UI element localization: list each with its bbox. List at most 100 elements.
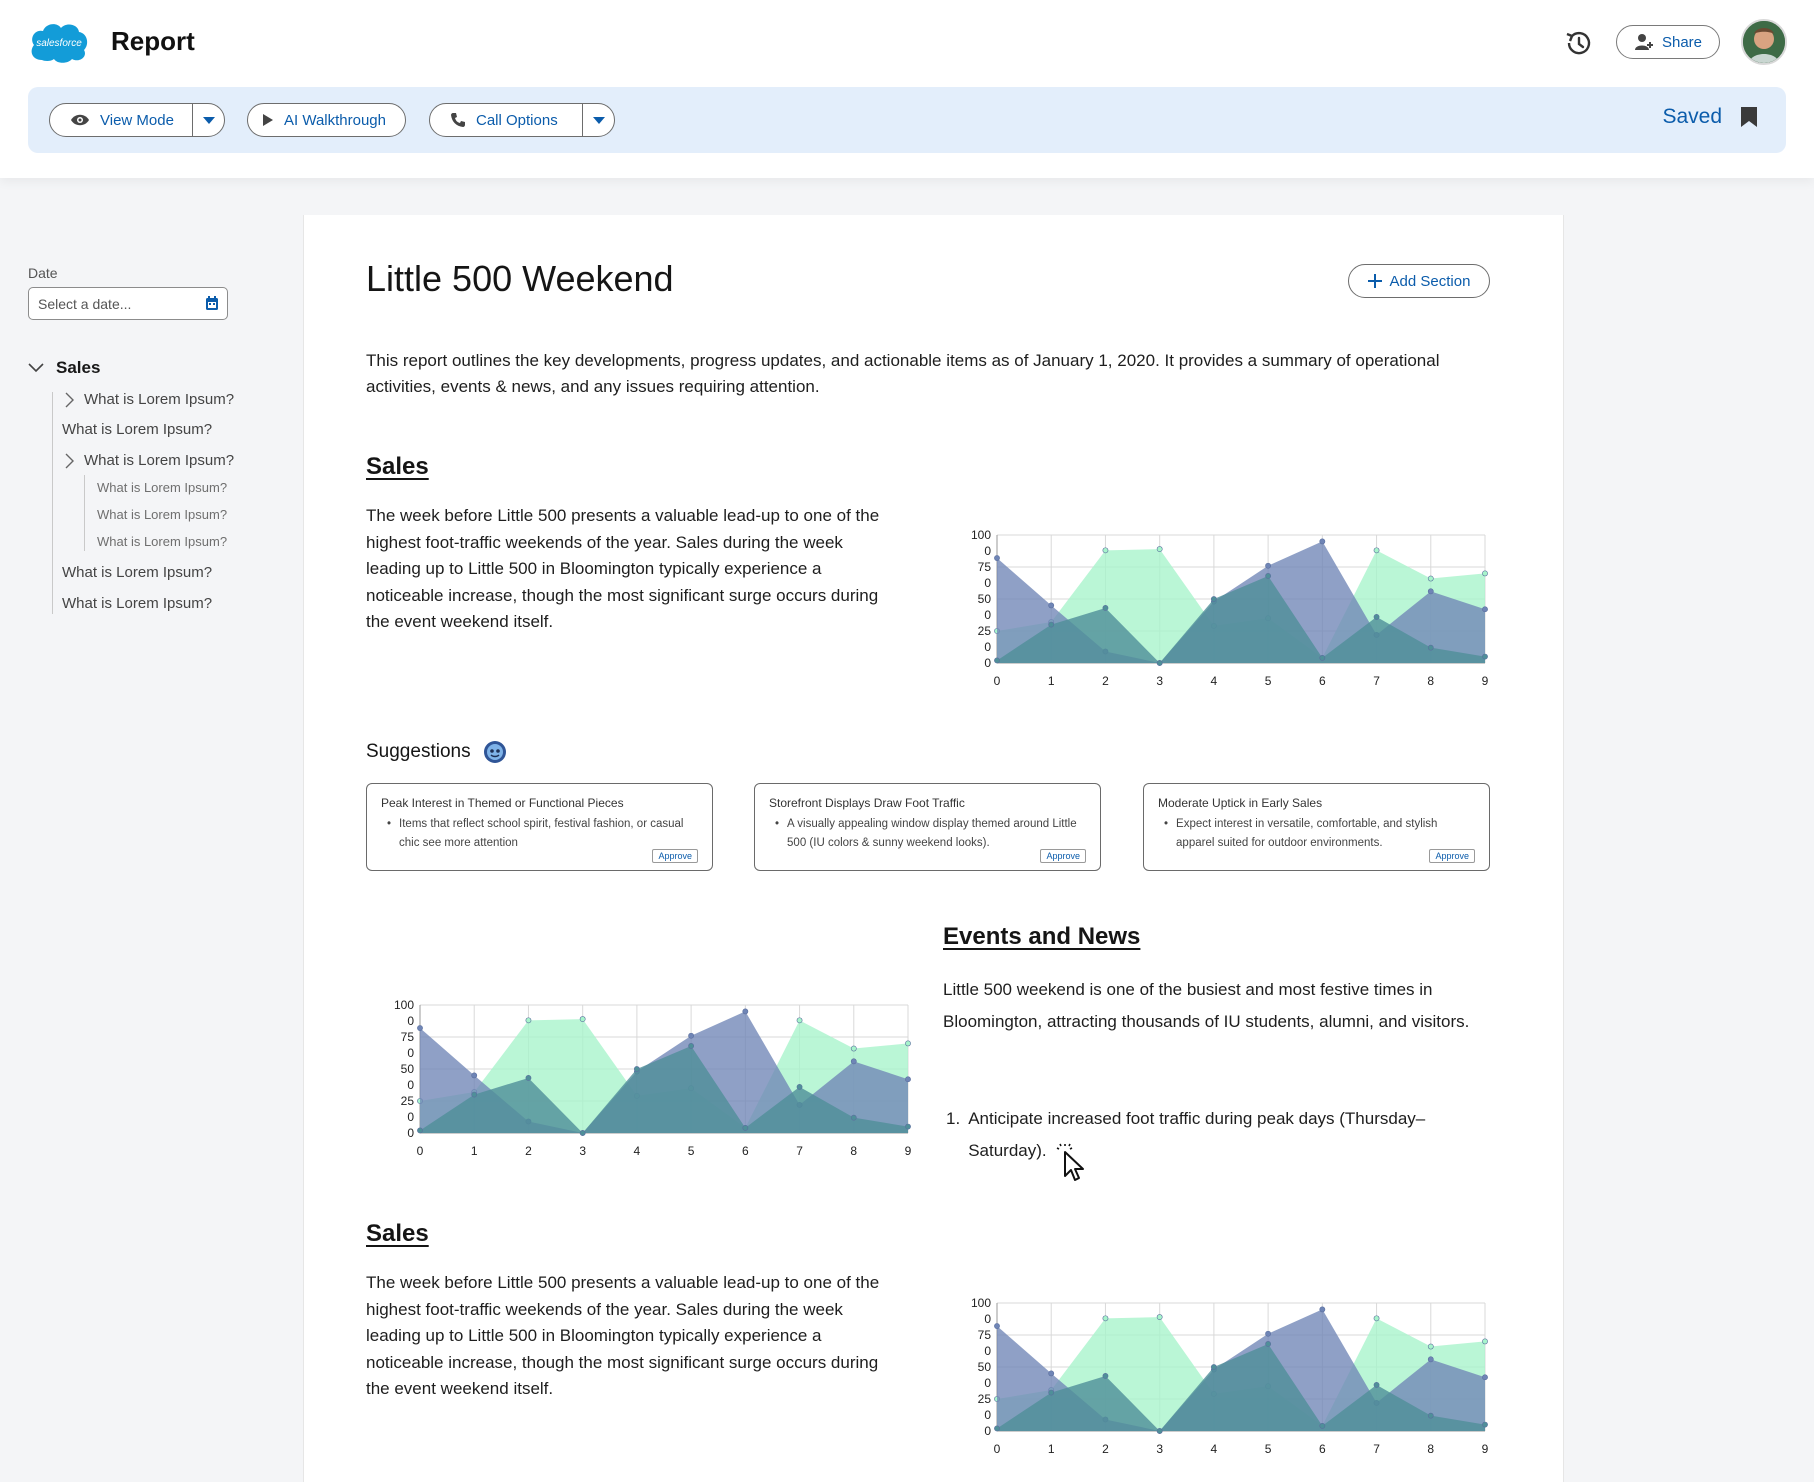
area-chart-svg: 100075050025000 1 2 3 4 5 6 7 8 9 [394,998,912,1158]
suggestion-bullet: • Items that reflect school spirit, festi… [381,815,698,853]
data-point [905,1040,911,1047]
ai-assistant-icon[interactable] [483,740,507,764]
avatar[interactable] [1741,19,1787,65]
date-label: Date [28,265,58,281]
history-icon[interactable] [1563,28,1593,58]
data-point [1048,1370,1055,1377]
approve-button[interactable]: Approve [1040,849,1086,863]
suggestions-label: Suggestions [366,741,471,762]
data-point [1482,1374,1488,1381]
x-tick-label: 7 [1373,674,1380,688]
nav-sub-item[interactable]: What is Lorem Ipsum? [97,507,227,522]
data-point [1265,1341,1272,1347]
data-point [796,1084,803,1090]
phone-icon [451,113,465,127]
page-title: Little 500 Weekend [366,258,674,299]
share-button[interactable]: Share [1616,25,1720,59]
nav-sub-item[interactable]: What is Lorem Ipsum? [97,480,227,495]
ai-walkthrough-button[interactable]: AI Walkthrough [247,103,406,137]
y-tick-label: 0 [984,1408,991,1422]
view-mode-dropdown[interactable] [192,104,224,136]
data-point [1265,1330,1272,1337]
data-point [579,1130,586,1136]
approve-button[interactable]: Approve [1429,849,1475,863]
sales2-text: The week before Little 500 presents a va… [366,1273,880,1398]
data-point [1319,654,1326,661]
nav-root-sales[interactable]: Sales [28,358,100,378]
x-tick-label: 2 [1102,1442,1109,1456]
data-point [1427,588,1434,595]
data-point [417,1127,423,1134]
y-tick-label: 0 [407,1110,414,1124]
nav-sub-item[interactable]: What is Lorem Ipsum? [97,534,227,549]
app-header: salesforce Report Share View Mode AI Wal… [0,0,1814,178]
data-point [1102,1315,1109,1322]
suggestion-card[interactable]: Storefront Displays Draw Foot Traffic • A… [754,783,1101,871]
x-tick-label: 3 [579,1144,586,1158]
data-point [579,1016,586,1022]
date-input[interactable] [38,295,188,312]
suggestions-title: Suggestions [366,740,507,764]
x-tick-label: 1 [1048,1442,1055,1456]
data-point [1265,562,1272,569]
y-tick-label: 0 [984,1376,991,1390]
data-point [1373,547,1380,554]
y-tick-label: 0 [984,1344,991,1358]
x-tick-label: 8 [1427,1442,1434,1456]
y-tick-label: 0 [984,1424,991,1438]
nav-item[interactable]: What is Lorem Ipsum? [62,421,212,438]
date-field[interactable] [28,287,228,320]
suggestion-card[interactable]: Peak Interest in Themed or Functional Pi… [366,783,713,871]
y-tick-label: 25 [978,1392,992,1406]
events-text: Little 500 weekend is one of the busiest… [943,980,1470,1031]
salesforce-logo[interactable]: salesforce [28,20,90,64]
data-point [1373,614,1380,620]
y-tick-label: 0 [984,576,991,590]
sales2-heading: Sales [366,1220,429,1247]
data-point [1102,547,1109,554]
brand-text: salesforce [36,38,82,49]
x-tick-label: 8 [1427,674,1434,688]
suggestion-bullet-text: Items that reflect school spirit, festiv… [399,818,684,849]
view-mode-button[interactable]: View Mode [49,103,225,137]
nav-item-label: What is Lorem Ipsum? [84,452,235,469]
nav-item-label: What is Lorem Ipsum? [97,480,228,495]
x-tick-label: 9 [905,1144,912,1158]
data-point [525,1017,532,1024]
call-options-label: Call Options [476,111,558,129]
nav-item[interactable]: What is Lorem Ipsum? [64,391,234,408]
y-tick-label: 100 [394,998,414,1012]
x-tick-label: 6 [1319,1442,1326,1456]
data-point [688,1032,695,1039]
nav-root-label: Sales [56,358,101,377]
suggestion-bullet: • A visually appealing window display the… [769,815,1086,853]
x-tick-label: 4 [1211,674,1218,688]
nav-item[interactable]: What is Lorem Ipsum? [62,564,212,581]
nav-item[interactable]: What is Lorem Ipsum? [64,452,234,469]
data-point [471,1091,478,1098]
suggestion-bullet-text: Expect interest in versatile, comfortabl… [1176,818,1438,849]
suggestion-card[interactable]: Moderate Uptick in Early Sales • Expect i… [1143,783,1490,871]
events-chart: 100 0 75 0 50 0 25 0 0 0 1 2 3 4 5 6 7 8 9 [378,997,918,1170]
data-point [905,1076,911,1083]
approve-button[interactable]: Approve [652,849,698,863]
add-section-button[interactable]: Add Section [1348,264,1490,298]
x-tick-label: 1 [1048,674,1055,688]
x-tick-label: 7 [1373,1442,1380,1456]
data-point [1156,660,1163,666]
area-chart-svg: 100075050025000 1 2 3 4 5 6 7 8 9 [971,1296,1489,1456]
nav-item[interactable]: What is Lorem Ipsum? [62,595,212,612]
intro-text: This report outlines the key development… [366,351,1440,396]
call-options-button[interactable]: Call Options [429,103,615,137]
data-point [850,1058,857,1065]
call-options-dropdown[interactable] [582,104,614,136]
view-mode-label: View Mode [100,111,174,129]
y-tick-label: 50 [401,1062,415,1076]
suggestion-title: Peak Interest in Themed or Functional Pi… [381,796,624,810]
data-point [742,1008,749,1015]
data-point [1048,602,1055,609]
bookmark-icon [1741,107,1757,127]
saved-status[interactable]: Saved [1662,105,1758,129]
calendar-icon[interactable] [205,296,219,311]
x-tick-label: 3 [1156,1442,1163,1456]
